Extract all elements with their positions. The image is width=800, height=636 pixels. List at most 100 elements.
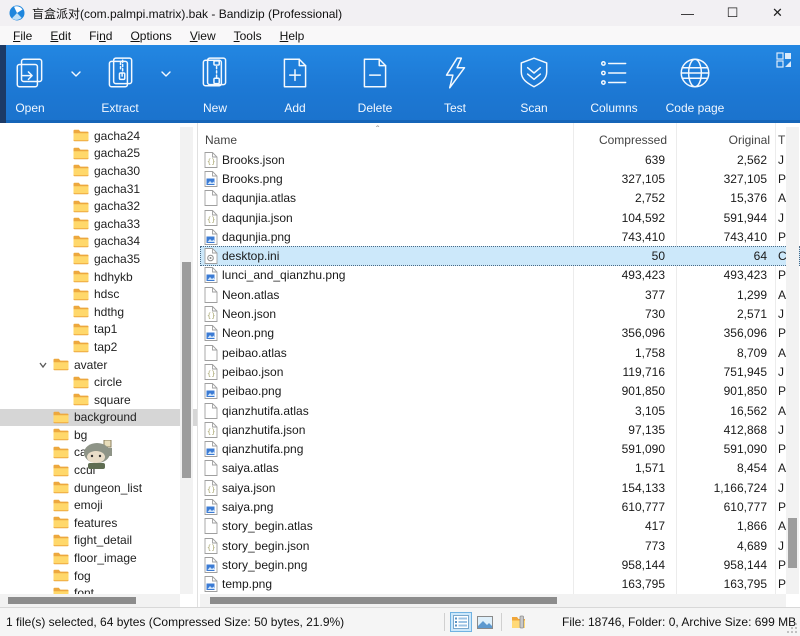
list-vertical-scrollbar-thumb[interactable] (788, 518, 797, 568)
sidebar-item-features[interactable]: features (0, 514, 197, 532)
column-header-original[interactable]: Original (576, 133, 770, 147)
original-size: 743,410 (576, 230, 767, 244)
file-row-Neon.json[interactable]: {}Neon.json7302,571J (200, 304, 800, 323)
sidebar-item-gacha31[interactable]: gacha31 (0, 180, 197, 198)
toolbar-button-label: Add (284, 101, 305, 117)
sidebar-item-tap1[interactable]: tap1 (0, 321, 197, 339)
sidebar-item-avater[interactable]: avater (0, 356, 197, 374)
open-button[interactable]: Open (0, 51, 66, 117)
file-row-Neon.atlas[interactable]: Neon.atlas3771,299A (200, 285, 800, 304)
delete-button[interactable]: Delete (339, 51, 411, 117)
close-button[interactable]: ✕ (755, 0, 800, 26)
chevron-down-icon[interactable] (70, 69, 82, 79)
menu-help[interactable]: Help (271, 28, 314, 44)
file-row-temp.png[interactable]: temp.png163,795163,795P (200, 575, 800, 594)
atlas-file-icon (204, 287, 218, 303)
sidebar-item-gacha35[interactable]: gacha35 (0, 250, 197, 268)
json-file-icon: {} (204, 538, 218, 554)
sidebar-item-gacha30[interactable]: gacha30 (0, 162, 197, 180)
resize-grip[interactable] (786, 622, 798, 634)
folder-icon (73, 288, 89, 301)
sidebar-item-gacha33[interactable]: gacha33 (0, 215, 197, 233)
file-row-peibao.atlas[interactable]: peibao.atlas1,7588,709A (200, 343, 800, 362)
file-row-qianzhutifa.png[interactable]: qianzhutifa.png591,090591,090P (200, 439, 800, 458)
file-row-Brooks.json[interactable]: {}Brooks.json6392,562J (200, 150, 800, 169)
atlas-file-icon (204, 190, 218, 206)
toolbar-layout-icon[interactable] (776, 52, 792, 68)
sidebar-item-circle[interactable]: circle (0, 373, 197, 391)
pane-divider[interactable] (197, 123, 198, 607)
add-button[interactable]: Add (259, 51, 331, 117)
sidebar-item-card[interactable]: card (0, 444, 197, 462)
file-row-saiya.atlas[interactable]: saiya.atlas1,5718,454A (200, 459, 800, 478)
status-bar: 1 file(s) selected, 64 bytes (Compressed… (0, 607, 800, 636)
folder-name: gacha34 (94, 234, 140, 248)
json-file-icon: {} (204, 480, 218, 496)
file-name: Brooks.json (222, 153, 285, 167)
file-row-desktop.ini[interactable]: desktop.ini5064C (200, 246, 800, 265)
menu-file[interactable]: File (4, 28, 41, 44)
minimize-button[interactable]: — (665, 0, 710, 26)
test-button[interactable]: Test (419, 51, 491, 117)
menu-view[interactable]: View (181, 28, 225, 44)
sidebar-item-hdthg[interactable]: hdthg (0, 303, 197, 321)
scan-button[interactable]: Scan (498, 51, 570, 117)
sidebar-item-gacha32[interactable]: gacha32 (0, 197, 197, 215)
sidebar-item-floor_image[interactable]: floor_image (0, 549, 197, 567)
details-view-button[interactable] (450, 612, 472, 632)
file-row-daqunjia.json[interactable]: {}daqunjia.json104,592591,944J (200, 208, 800, 227)
folder-info-button[interactable] (507, 612, 529, 632)
menu-options[interactable]: Options (121, 28, 180, 44)
new-button[interactable]: New (179, 51, 251, 117)
sidebar-item-gacha25[interactable]: gacha25 (0, 145, 197, 163)
sidebar-item-tap2[interactable]: tap2 (0, 338, 197, 356)
file-row-daqunjia.atlas[interactable]: daqunjia.atlas2,75215,376A (200, 189, 800, 208)
menu-tools[interactable]: Tools (225, 28, 271, 44)
column-header-name[interactable]: Name (205, 133, 237, 147)
file-row-Neon.png[interactable]: Neon.png356,096356,096P (200, 324, 800, 343)
sidebar-item-fight_detail[interactable]: fight_detail (0, 532, 197, 550)
menu-edit[interactable]: Edit (41, 28, 80, 44)
file-name: qianzhutifa.json (222, 423, 305, 437)
file-row-story_begin.png[interactable]: story_begin.png958,144958,144P (200, 555, 800, 574)
sidebar-item-bg[interactable]: bg (0, 426, 197, 444)
file-row-daqunjia.png[interactable]: daqunjia.png743,410743,410P (200, 227, 800, 246)
sidebar-item-emoji[interactable]: emoji (0, 496, 197, 514)
archive-info: File: 18746, Folder: 0, Archive Size: 69… (562, 615, 796, 629)
columns-button[interactable]: Columns (578, 51, 650, 117)
sidebar-item-square[interactable]: square (0, 391, 197, 409)
toolbar-button-label: New (203, 101, 227, 117)
file-row-story_begin.json[interactable]: {}story_begin.json7734,689J (200, 536, 800, 555)
sidebar-item-fog[interactable]: fog (0, 567, 197, 585)
file-row-qianzhutifa.json[interactable]: {}qianzhutifa.json97,135412,868J (200, 420, 800, 439)
file-row-Brooks.png[interactable]: Brooks.png327,105327,105P (200, 169, 800, 188)
menu-find[interactable]: Find (80, 28, 121, 44)
sidebar-item-ccui[interactable]: ccui (0, 461, 197, 479)
column-header-type[interactable]: T (778, 133, 785, 147)
code-page-button[interactable]: Code page (659, 51, 731, 117)
folder-icon (73, 323, 89, 336)
file-row-peibao.png[interactable]: peibao.png901,850901,850P (200, 382, 800, 401)
sidebar-item-gacha34[interactable]: gacha34 (0, 233, 197, 251)
file-row-lunci_and_qianzhu.png[interactable]: lunci_and_qianzhu.png493,423493,423P (200, 266, 800, 285)
file-row-peibao.json[interactable]: {}peibao.json119,716751,945J (200, 362, 800, 381)
sidebar-horizontal-scrollbar-thumb[interactable] (8, 597, 136, 604)
sidebar-item-dungeon_list[interactable]: dungeon_list (0, 479, 197, 497)
sidebar-item-gacha24[interactable]: gacha24 (0, 127, 197, 145)
folder-name: tap1 (94, 322, 117, 336)
file-row-saiya.json[interactable]: {}saiya.json154,1331,166,724J (200, 478, 800, 497)
chevron-down-icon[interactable] (160, 69, 172, 79)
file-row-story_begin.atlas[interactable]: story_begin.atlas4171,866A (200, 517, 800, 536)
file-row-saiya.png[interactable]: saiya.png610,777610,777P (200, 497, 800, 516)
sidebar-item-background[interactable]: background (0, 409, 197, 427)
sidebar-item-hdsc[interactable]: hdsc (0, 285, 197, 303)
chevron-expanded-icon[interactable] (37, 359, 49, 371)
maximize-button[interactable]: ☐ (710, 0, 755, 26)
extract-button[interactable]: Extract (84, 51, 156, 117)
thumbnail-view-button[interactable] (474, 612, 496, 632)
list-horizontal-scrollbar-thumb[interactable] (210, 597, 557, 604)
sidebar-vertical-scrollbar-thumb[interactable] (182, 262, 191, 478)
sidebar-item-hdhykb[interactable]: hdhykb (0, 268, 197, 286)
file-row-qianzhutifa.atlas[interactable]: qianzhutifa.atlas3,10516,562A (200, 401, 800, 420)
file-name: Neon.png (222, 326, 274, 340)
